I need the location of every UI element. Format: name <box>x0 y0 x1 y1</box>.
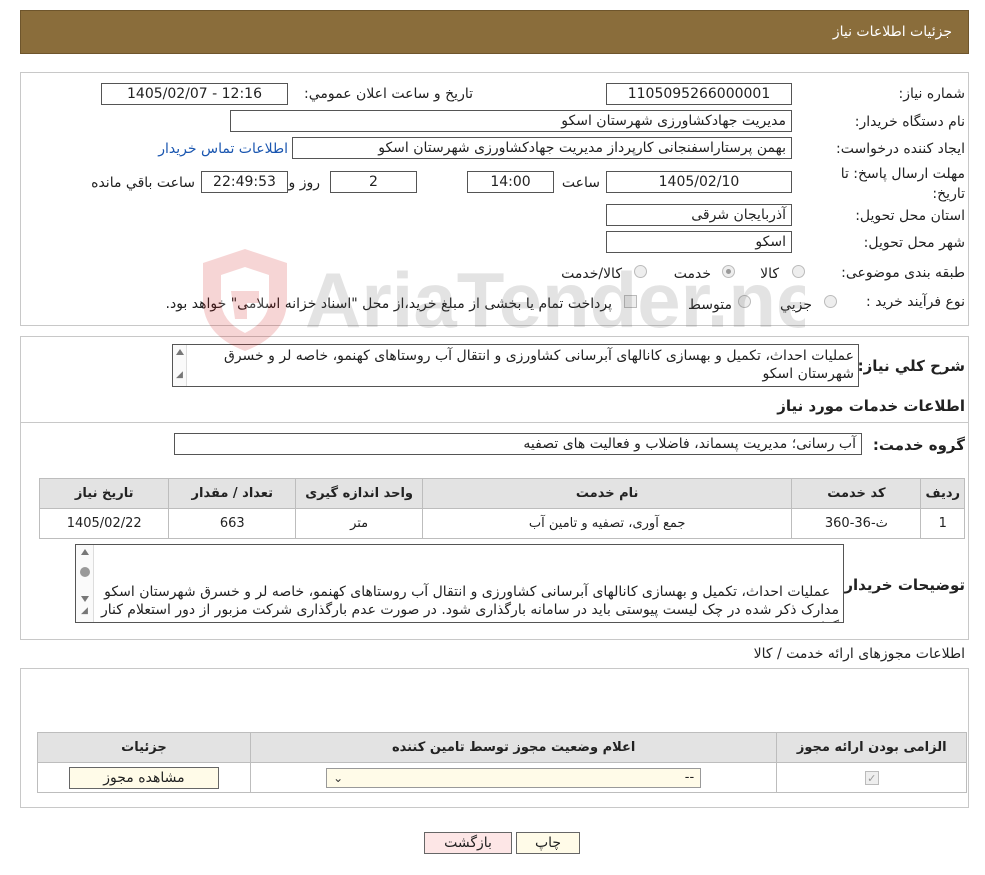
category-goods-service-label: کالا/خدمت <box>561 266 622 282</box>
deadline-label: مهلت ارسال پاسخ: تا تاريخ: <box>815 164 965 204</box>
summary-label: شرح كلي نياز: <box>857 357 965 375</box>
permit-status-select[interactable]: ⌄ -- <box>326 767 702 788</box>
deadline-time-field: 14:00 <box>467 171 554 193</box>
cell-row: 1 <box>920 508 965 539</box>
back-button[interactable]: بازگشت <box>424 832 512 854</box>
page-header: جزئیات اطلاعات نیاز <box>20 10 969 54</box>
need-number-label: شماره نیاز: <box>898 86 966 102</box>
permits-table: الزامی بودن ارائه مجوز اعلام وضعیت مجوز … <box>37 732 967 793</box>
scroll-thumb[interactable] <box>80 567 90 577</box>
remaining-time-field: 22:49:53 <box>201 171 288 193</box>
services-table: رديف كد خدمت نام خدمت واحد اندازه گيری ت… <box>38 478 965 539</box>
print-button[interactable]: چاپ <box>516 832 580 854</box>
page-title: جزئیات اطلاعات نیاز <box>832 24 952 40</box>
table-row: ✓ ⌄ -- مشاهده مجوز <box>37 762 967 793</box>
process-label: نوع فرآيند خريد : <box>866 294 965 310</box>
process-medium-radio[interactable] <box>738 295 751 308</box>
cell-unit: متر <box>295 508 423 539</box>
category-label: طبقه بندی موضوعی: <box>841 265 965 281</box>
cell-permit-details: مشاهده مجوز <box>37 762 251 793</box>
category-service-label: خدمت <box>673 266 711 282</box>
category-goods-radio[interactable] <box>792 265 805 278</box>
cell-quantity: 663 <box>168 508 297 539</box>
service-group-field: آب رسانی؛ مدیریت پسماند، فاضلاب و فعالیت… <box>174 433 862 455</box>
view-permit-button[interactable]: مشاهده مجوز <box>68 766 219 789</box>
requester-field: بهمن پرستاراسفنجانی کارپرداز مدیریت جهاد… <box>292 137 792 159</box>
announce-label: تاریخ و ساعت اعلان عمومي: <box>304 86 473 102</box>
col-service-code: كد خدمت <box>791 478 922 509</box>
buyer-notes-textarea[interactable]: ◢ عملیات احداث، تکمیل و بهسازی کانالهای … <box>75 544 844 623</box>
resize-grip-icon[interactable]: ◢ <box>176 366 183 384</box>
deadline-date-field: 1405/02/10 <box>606 171 792 193</box>
days-remaining-field: 2 <box>330 171 417 193</box>
chevron-down-icon: ⌄ <box>333 770 344 785</box>
category-service-radio[interactable] <box>722 265 735 278</box>
permit-required-checkbox: ✓ <box>864 770 879 785</box>
col-permit-status: اعلام وضعیت مجوز توسط تامین کننده <box>249 732 778 763</box>
cell-permit-required: ✓ <box>776 762 967 793</box>
announce-field: 1405/02/07 - 12:16 <box>101 83 288 105</box>
category-goods-service-radio[interactable] <box>634 265 647 278</box>
scroll-up-icon[interactable] <box>81 549 89 555</box>
province-label: استان محل تحويل: <box>855 208 965 224</box>
buyer-notes-scrollbar[interactable]: ◢ <box>76 545 94 622</box>
category-goods-label: کالا <box>760 266 779 282</box>
days-label: روز و <box>288 175 321 191</box>
col-service-name: نام خدمت <box>421 478 793 509</box>
remaining-label: ساعت باقي مانده <box>91 175 195 191</box>
process-minor-label: جزيي <box>780 297 812 313</box>
requester-label: ايجاد كننده درخواست: <box>836 141 965 157</box>
summary-text: عملیات احداث، تکمیل و بهسازی کانالهای آب… <box>223 348 854 382</box>
deadline-label-text: مهلت ارسال پاسخ: تا تاريخ: <box>840 166 965 202</box>
scroll-up-icon[interactable] <box>176 349 184 355</box>
col-row: رديف <box>920 478 965 509</box>
treasury-payment-note: پرداخت تمام یا بخشی از مبلغ خرید،از محل … <box>165 296 612 312</box>
resize-grip-icon[interactable]: ◢ <box>81 602 88 620</box>
buyer-org-label: نام دستگاه خريدار: <box>854 114 965 130</box>
process-minor-radio[interactable] <box>824 295 837 308</box>
col-permit-required: الزامی بودن ارائه مجوز <box>776 732 967 763</box>
city-label: شهر محل تحويل: <box>863 235 965 251</box>
col-quantity: تعداد / مقدار <box>168 478 297 509</box>
buyer-notes-text: عملیات احداث، تکمیل و بهسازی کانالهای آب… <box>100 584 839 622</box>
buyer-contact-link[interactable]: اطلاعات تماس خريدار <box>158 141 288 157</box>
buyer-notes-label: توضيحات خريدار: <box>838 576 965 594</box>
col-permit-details: جزئیات <box>37 732 251 763</box>
cell-service-name: جمع آوری، تصفیه و تامین آب <box>421 508 793 539</box>
city-field: اسکو <box>606 231 792 253</box>
cell-need-date: 1405/02/22 <box>38 508 170 539</box>
cell-service-code: ث-36-360 <box>791 508 922 539</box>
table-row: 1 ث-36-360 جمع آوری، تصفیه و تامین آب مت… <box>38 508 965 539</box>
col-unit: واحد اندازه گيری <box>295 478 423 509</box>
need-number-field: 1105095266000001 <box>606 83 792 105</box>
deadline-time-label: ساعت <box>561 175 600 191</box>
services-table-header: رديف كد خدمت نام خدمت واحد اندازه گيری ت… <box>38 478 965 509</box>
services-section-title: اطلاعات خدمات مورد نياز <box>777 397 965 415</box>
treasury-payment-checkbox[interactable] <box>624 295 637 308</box>
summary-textarea[interactable]: ◢ عملیات احداث، تکمیل و بهسازی کانالهای … <box>172 344 859 387</box>
permits-section-title: اطلاعات مجوزهای ارائه خدمت / کالا <box>753 646 965 662</box>
buyer-org-field: مدیریت جهادکشاورزی شهرستان اسکو <box>230 110 792 132</box>
col-need-date: تاريخ نياز <box>38 478 170 509</box>
summary-scrollbar[interactable]: ◢ <box>173 345 187 386</box>
cell-permit-status: ⌄ -- <box>249 762 778 793</box>
service-group-label: گروه خدمت: <box>872 436 965 454</box>
process-medium-label: متوسط <box>688 297 732 313</box>
province-field: آذربایجان شرقی <box>606 204 792 226</box>
permits-table-header: الزامی بودن ارائه مجوز اعلام وضعیت مجوز … <box>37 732 967 763</box>
permit-status-value: -- <box>684 770 695 785</box>
